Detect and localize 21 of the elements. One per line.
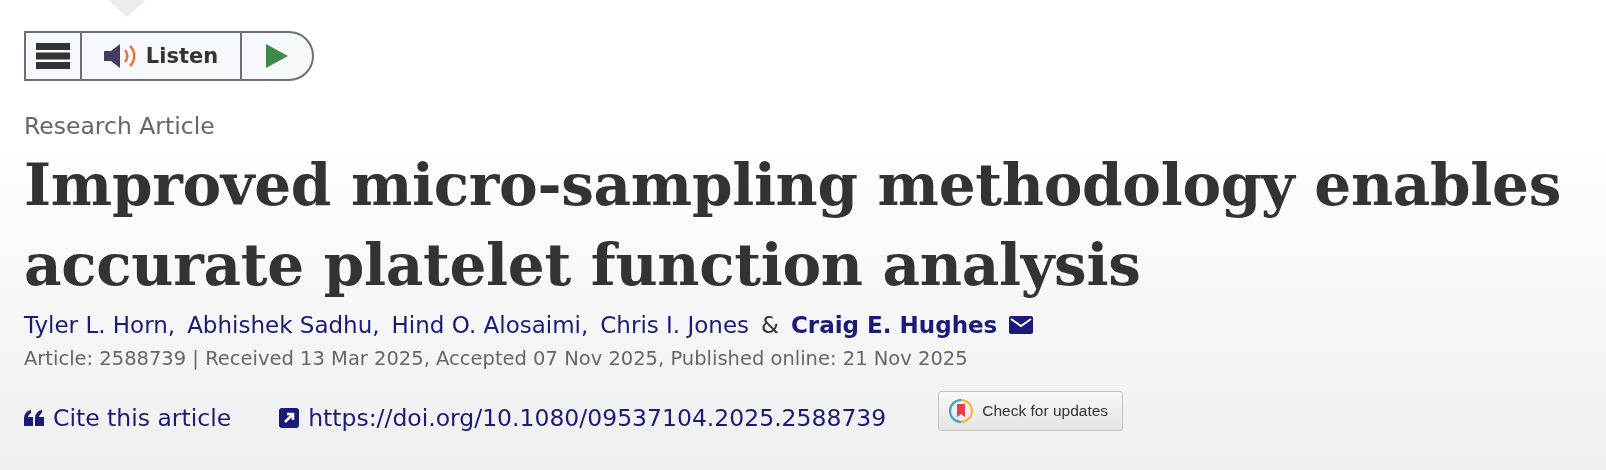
play-icon	[266, 44, 288, 68]
author-link[interactable]: Hind O. Alosaimi,	[391, 309, 589, 341]
external-link-icon	[279, 408, 300, 428]
article-metadata: Article: 2588739 | Received 13 Mar 2025, Accepted 07 Nov 2025, Published online: 21 Nov 2025	[24, 347, 969, 370]
quote-icon	[24, 410, 44, 426]
author-link[interactable]: Abhishek Sadhu,	[187, 309, 380, 341]
speaker-icon	[103, 43, 138, 69]
article-type: Research Article	[24, 111, 216, 141]
check-updates-button[interactable]: Check for updates	[938, 391, 1124, 431]
menu-icon	[36, 43, 70, 69]
bookmark-badge-icon	[949, 399, 974, 423]
article-title: accurate platelet function analysis	[24, 230, 1141, 301]
author-link[interactable]: Tyler L. Horn,	[24, 309, 176, 341]
ampersand: &	[761, 311, 779, 340]
email-icon[interactable]	[1009, 316, 1034, 334]
article-title: Improved micro-sampling methodology enables	[24, 150, 1562, 221]
doi-link[interactable]: https://doi.org/10.1080/09537104.2025.2588739	[279, 404, 887, 432]
author-link[interactable]: Craig E. Hughes	[791, 309, 998, 341]
author-link[interactable]: Chris I. Jones	[600, 309, 750, 341]
cite-link[interactable]: Cite this article	[24, 404, 232, 432]
listen-button[interactable]: Listen	[82, 33, 242, 79]
